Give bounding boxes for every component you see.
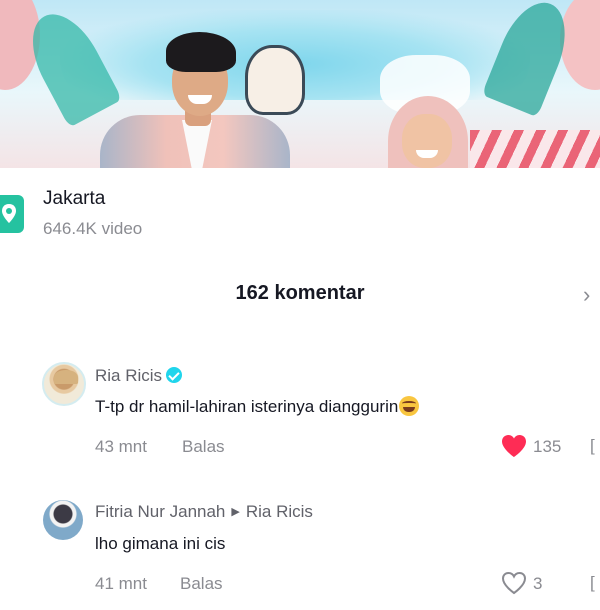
comment-timestamp: 41 mnt: [95, 574, 147, 593]
dislike-icon[interactable]: [: [590, 573, 595, 593]
thumbnail-umbrella: [470, 130, 600, 168]
comment-timestamp: 43 mnt: [95, 437, 147, 456]
reply-arrow-icon: ▶: [231, 506, 240, 518]
chevron-right-icon[interactable]: ›: [583, 282, 590, 308]
location-video-count: 646.4K video: [43, 219, 143, 238]
heart-outline-icon[interactable]: [501, 571, 527, 595]
comments-count-title: 162 komentar: [235, 282, 365, 304]
comment-author[interactable]: Ria Ricis: [95, 366, 183, 386]
verified-badge-icon: [166, 367, 183, 383]
reply-button[interactable]: Balas: [182, 437, 225, 457]
reply-button[interactable]: Balas: [180, 574, 223, 594]
like-count: 135: [533, 437, 562, 456]
comment-author-name: Ria Ricis: [95, 366, 163, 385]
laughing-emoji-icon: [399, 396, 420, 416]
thumbnail-person-woman: [380, 90, 480, 168]
comment-text: T-tp dr hamil-lahiran isterinya dianggur…: [95, 396, 420, 417]
location-name[interactable]: Jakarta: [43, 188, 105, 210]
comment-body: T-tp dr hamil-lahiran isterinya dianggur…: [95, 397, 399, 416]
thumbnail-person-man: [100, 30, 290, 168]
thumbnail-balloon: [560, 0, 600, 90]
comment-author[interactable]: Fitria Nur Jannah ▶ Ria Ricis: [95, 502, 313, 522]
avatar[interactable]: [42, 362, 86, 406]
avatar[interactable]: [43, 500, 83, 540]
reply-to-name: Ria Ricis: [245, 502, 313, 521]
video-thumbnail[interactable]: [0, 0, 600, 168]
like-count: 3: [533, 574, 543, 593]
dislike-icon[interactable]: [: [590, 436, 595, 456]
comment-body: lho gimana ini cis: [95, 534, 226, 553]
location-pin-icon[interactable]: [0, 195, 26, 233]
comment-author-name: Fitria Nur Jannah: [95, 502, 226, 521]
heart-filled-icon[interactable]: [501, 434, 527, 458]
